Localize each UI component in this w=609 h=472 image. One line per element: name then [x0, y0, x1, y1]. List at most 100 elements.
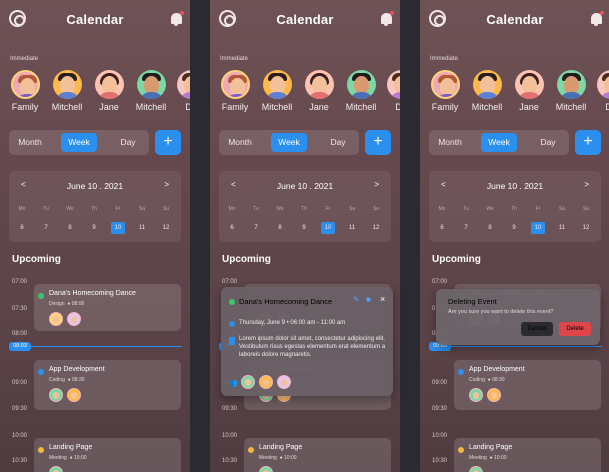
trash-icon[interactable]: ■ [366, 295, 371, 304]
add-event-button[interactable]: + [575, 130, 601, 155]
person-mitchell-2[interactable]: Mitchell [131, 70, 171, 112]
person-family[interactable]: Family [425, 70, 465, 112]
calendar-date[interactable]: 6 [225, 222, 239, 234]
event-card[interactable]: Landing Page Meeting ● 10:00 [34, 438, 181, 472]
weekday-label: Th [511, 206, 517, 212]
view-week-button[interactable]: Week [271, 133, 307, 152]
view-switch: Month Week Day [219, 130, 359, 155]
person-jane[interactable]: Jane [509, 70, 549, 112]
next-week-button[interactable]: > [584, 180, 589, 189]
calendar-date[interactable]: 11 [135, 222, 149, 234]
event-card[interactable]: App Development Coding ● 08:30 [34, 360, 181, 410]
close-icon[interactable]: × [380, 294, 385, 304]
event-title: Landing Page [49, 444, 93, 451]
view-day-button[interactable]: Day [320, 133, 356, 152]
notification-bell-icon[interactable] [591, 11, 604, 26]
view-week-button[interactable]: Week [481, 133, 517, 152]
calendar-date-selected[interactable]: 10 [111, 222, 125, 234]
weekday-label: Mo [18, 206, 26, 212]
person-de[interactable]: De [591, 70, 609, 112]
next-week-button[interactable]: > [164, 180, 169, 189]
weekday-label: Tu [253, 206, 259, 212]
view-day-button[interactable]: Day [110, 133, 146, 152]
next-week-button[interactable]: > [374, 180, 379, 189]
time-label: 10:30 [222, 458, 238, 464]
calendar-date[interactable]: 7 [459, 222, 473, 234]
upcoming-title: Upcoming [432, 254, 481, 265]
view-day-button[interactable]: Day [530, 133, 566, 152]
person-jane[interactable]: Jane [89, 70, 129, 112]
person-de[interactable]: De [381, 70, 400, 112]
calendar-screen-event-detail: Calendar Immediate Family Mitchell Jane [210, 0, 400, 472]
clock-icon: ● [67, 301, 71, 307]
calendar-date[interactable]: 12 [579, 222, 593, 234]
view-month-button[interactable]: Month [12, 133, 48, 152]
clock-icon: ● [279, 455, 283, 461]
edit-icon[interactable]: ✎ [353, 295, 360, 304]
calendar-date[interactable]: 6 [15, 222, 29, 234]
add-event-button[interactable]: + [365, 130, 391, 155]
calendar-date[interactable]: 9 [507, 222, 521, 234]
weekday-label: Fr [535, 206, 541, 212]
calendar-date[interactable]: 12 [369, 222, 383, 234]
cancel-button[interactable]: Cancel [521, 322, 553, 336]
week-calendar: < June 10 . 2021 > Mo Tu We Th Fr Sa Su … [429, 171, 601, 242]
time-label: 09:00 [12, 380, 28, 386]
calendar-date[interactable]: 8 [63, 222, 77, 234]
weekday-label: Fr [325, 206, 331, 212]
calendar-date[interactable]: 12 [159, 222, 173, 234]
view-month-button[interactable]: Month [432, 133, 468, 152]
calendar-date-selected[interactable]: 10 [531, 222, 545, 234]
dialog-message: Are you sure you want to delete this eve… [448, 309, 554, 315]
view-week-button[interactable]: Week [61, 133, 97, 152]
weekday-label: Tu [463, 206, 469, 212]
person-mitchell[interactable]: Mitchell [257, 70, 297, 112]
delete-button[interactable]: Delete [559, 322, 591, 336]
man-avatar-icon [556, 70, 586, 99]
view-switch: Month Week Day [9, 130, 149, 155]
event-time: 10:00 [74, 455, 87, 461]
notification-bell-icon[interactable] [171, 11, 184, 26]
event-category: Coding [49, 377, 65, 383]
event-title: App Development [49, 366, 105, 373]
group-label: Immediate [220, 56, 249, 62]
calendar-date[interactable]: 7 [249, 222, 263, 234]
attendee-avatar-icon [67, 312, 81, 326]
person-name: Mitchell [555, 102, 587, 112]
description-icon [229, 337, 235, 345]
calendar-date[interactable]: 8 [483, 222, 497, 234]
person-family[interactable]: Family [215, 70, 255, 112]
calendar-date[interactable]: 8 [273, 222, 287, 234]
calendar-date[interactable]: 11 [555, 222, 569, 234]
calendar-date[interactable]: 11 [345, 222, 359, 234]
calendar-date[interactable]: 6 [435, 222, 449, 234]
calendar-date[interactable]: 7 [39, 222, 53, 234]
person-family[interactable]: Family [5, 70, 45, 112]
event-title: Landing Page [469, 444, 513, 451]
event-color-dot [229, 299, 235, 305]
view-month-button[interactable]: Month [222, 133, 258, 152]
current-time-badge: 08:03 [9, 342, 31, 351]
person-mitchell-2[interactable]: Mitchell [551, 70, 591, 112]
person-jane[interactable]: Jane [299, 70, 339, 112]
person-mitchell[interactable]: Mitchell [47, 70, 87, 112]
attendee-avatar-icon [469, 466, 483, 472]
person-mitchell[interactable]: Mitchell [467, 70, 507, 112]
calendar-date-selected[interactable]: 10 [321, 222, 335, 234]
weekday-label: Sa [138, 206, 146, 212]
event-card[interactable]: Dana's Homecoming Dance Design ● 08:00 [34, 284, 181, 331]
notification-bell-icon[interactable] [381, 11, 394, 26]
family-avatar-icon [10, 70, 40, 99]
calendar-date[interactable]: 9 [297, 222, 311, 234]
add-event-button[interactable]: + [155, 130, 181, 155]
event-card[interactable]: Landing Page Meeting ● 10:00 [454, 438, 601, 472]
family-avatar-icon [430, 70, 460, 99]
person-name: Jane [99, 102, 119, 112]
person-mitchell-2[interactable]: Mitchell [341, 70, 381, 112]
person-de[interactable]: De [171, 70, 190, 112]
calendar-date[interactable]: 9 [87, 222, 101, 234]
event-card[interactable]: App Development Coding ● 08:30 [454, 360, 601, 410]
event-card[interactable]: Landing Page Meeting ● 10:00 [244, 438, 391, 472]
time-label: 10:30 [12, 458, 28, 464]
event-title: Landing Page [259, 444, 303, 451]
